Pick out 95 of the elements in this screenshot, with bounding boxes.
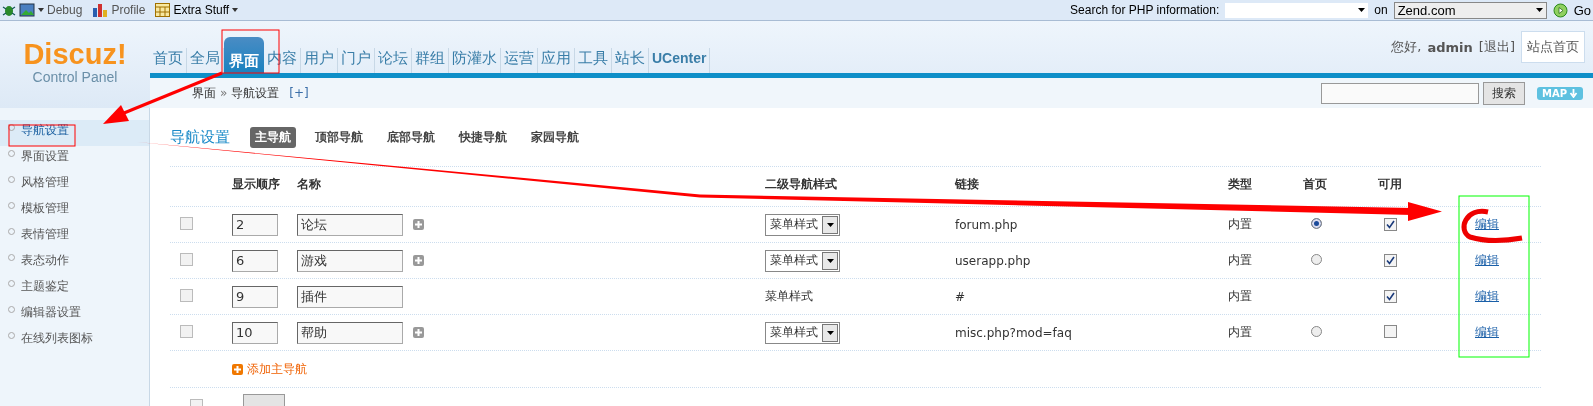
row-checkbox[interactable] bbox=[180, 324, 193, 338]
home-radio[interactable] bbox=[1311, 325, 1322, 337]
search-label: Search for PHP information: bbox=[1070, 3, 1220, 17]
logout-link[interactable]: [退出] bbox=[1478, 38, 1515, 56]
sidebar-item[interactable]: 模板管理 bbox=[0, 198, 149, 224]
search-button[interactable]: 搜索 bbox=[1482, 81, 1525, 105]
logo-subtitle: Control Panel bbox=[32, 69, 118, 85]
edit-link[interactable]: 编辑 bbox=[1475, 253, 1499, 267]
style-select[interactable]: 菜单样式 bbox=[765, 321, 840, 344]
style-text: 菜单样式 bbox=[765, 289, 813, 303]
caret-icon[interactable] bbox=[1358, 8, 1366, 12]
toolbar-menu[interactable]: Debug bbox=[47, 3, 83, 17]
on-label: on bbox=[1374, 3, 1388, 17]
sidebar-item[interactable]: 主题鉴定 bbox=[0, 276, 149, 302]
enabled-checkbox[interactable] bbox=[1384, 289, 1397, 303]
order-field[interactable]: 10 bbox=[232, 321, 278, 344]
sub-tab[interactable]: 主导航 bbox=[250, 126, 296, 148]
breadcrumb-item: 导航设置 bbox=[231, 84, 280, 102]
breadcrumb-item[interactable]: 界面 bbox=[192, 84, 216, 102]
sidebar-item[interactable]: 在线列表图标 bbox=[0, 328, 149, 354]
bar-chart-icon bbox=[92, 3, 109, 17]
greeting: 您好, bbox=[1391, 38, 1422, 56]
enabled-checkbox[interactable] bbox=[1384, 253, 1397, 267]
page-title: 导航设置 bbox=[170, 127, 230, 147]
sidebar-item[interactable]: 界面设置 bbox=[0, 146, 149, 172]
column-header: 首页 bbox=[1303, 176, 1328, 193]
name-field[interactable]: 游戏 bbox=[297, 249, 403, 272]
bug-icon bbox=[2, 3, 16, 17]
edit-link[interactable]: 编辑 bbox=[1475, 289, 1499, 303]
order-field[interactable]: 9 bbox=[232, 285, 278, 308]
sidebar-item[interactable]: 表情管理 bbox=[0, 224, 149, 250]
caret-icon[interactable] bbox=[826, 258, 834, 263]
sidebar-item[interactable]: 表态动作 bbox=[0, 250, 149, 276]
type-cell-text: 内置 bbox=[1228, 252, 1253, 269]
search-field[interactable] bbox=[1225, 2, 1369, 18]
add-icon[interactable] bbox=[413, 255, 424, 266]
enabled-checkbox[interactable] bbox=[1384, 324, 1397, 338]
arrow-down-icon bbox=[1569, 88, 1578, 98]
caret-icon[interactable] bbox=[826, 330, 834, 335]
sub-tab[interactable]: 快捷导航 bbox=[454, 126, 512, 148]
add-icon[interactable] bbox=[232, 363, 243, 375]
add-shortcut-link[interactable]: [+] bbox=[289, 86, 309, 100]
order-field[interactable]: 6 bbox=[232, 249, 278, 272]
add-icon[interactable] bbox=[413, 219, 424, 230]
name-field[interactable]: 帮助 bbox=[297, 321, 403, 344]
sub-tab[interactable]: 家园导航 bbox=[526, 126, 584, 148]
calendar-icon bbox=[155, 3, 171, 17]
type-cell-text: 内置 bbox=[1228, 216, 1253, 233]
name-field[interactable]: 插件 bbox=[297, 285, 403, 308]
username: admin bbox=[1427, 39, 1473, 55]
sub-tab[interactable]: 底部导航 bbox=[382, 126, 440, 148]
column-header: 类型 bbox=[1228, 176, 1253, 193]
column-header: 名称 bbox=[297, 176, 322, 193]
home-radio[interactable] bbox=[1311, 253, 1322, 265]
caret-icon[interactable] bbox=[826, 222, 834, 227]
type-cell-text: 内置 bbox=[1228, 324, 1253, 341]
name-field[interactable]: 论坛 bbox=[297, 213, 403, 236]
link-cell-text: # bbox=[955, 289, 967, 304]
logo: Discuz! bbox=[23, 39, 127, 69]
site-home-button[interactable]: 站点首页 bbox=[1521, 31, 1585, 63]
toolbar-menu[interactable]: Extra Stuff bbox=[173, 3, 230, 17]
breadcrumb-separator: » bbox=[220, 86, 228, 100]
row-checkbox[interactable] bbox=[180, 252, 193, 266]
sidebar-item[interactable]: 编辑器设置 bbox=[0, 302, 149, 328]
add-icon[interactable] bbox=[413, 327, 424, 338]
caret-icon[interactable] bbox=[38, 8, 44, 12]
go-button[interactable]: Go bbox=[1573, 2, 1591, 18]
toolbar-menu[interactable]: Profile bbox=[111, 3, 146, 17]
link-cell-text: misc.php?mod=faq bbox=[955, 325, 1073, 340]
column-header: 链接 bbox=[955, 176, 980, 193]
row-checkbox[interactable] bbox=[180, 288, 193, 302]
edit-link[interactable]: 编辑 bbox=[1475, 217, 1499, 231]
caret-icon[interactable] bbox=[1535, 8, 1543, 12]
home-radio[interactable] bbox=[1311, 217, 1322, 229]
sub-tab[interactable]: 顶部导航 bbox=[310, 126, 368, 148]
column-header: 可用 bbox=[1378, 176, 1403, 193]
enabled-checkbox[interactable] bbox=[1384, 217, 1397, 231]
link-cell-text: userapp.php bbox=[955, 253, 1032, 268]
nav-tab[interactable]: 界面 bbox=[224, 37, 264, 73]
site-select[interactable]: Zend.com bbox=[1393, 1, 1547, 19]
column-header: 显示顺序 bbox=[232, 176, 281, 193]
sidebar-item[interactable]: 导航设置 bbox=[0, 120, 149, 146]
link-cell-text: forum.php bbox=[955, 217, 1019, 232]
order-field[interactable]: 2 bbox=[232, 213, 278, 236]
column-header: 二级导航样式 bbox=[765, 176, 838, 193]
caret-icon[interactable] bbox=[232, 8, 239, 12]
play-icon[interactable] bbox=[1552, 2, 1568, 18]
sidebar-item[interactable]: 风格管理 bbox=[0, 172, 149, 198]
search-field[interactable] bbox=[1320, 82, 1479, 104]
style-select[interactable]: 菜单样式 bbox=[765, 249, 840, 272]
type-cell-text: 内置 bbox=[1228, 288, 1253, 305]
style-select[interactable]: 菜单样式 bbox=[765, 213, 840, 236]
row-checkbox[interactable] bbox=[180, 216, 193, 230]
edit-link[interactable]: 编辑 bbox=[1475, 325, 1499, 339]
highlight-frame bbox=[8, 124, 76, 147]
